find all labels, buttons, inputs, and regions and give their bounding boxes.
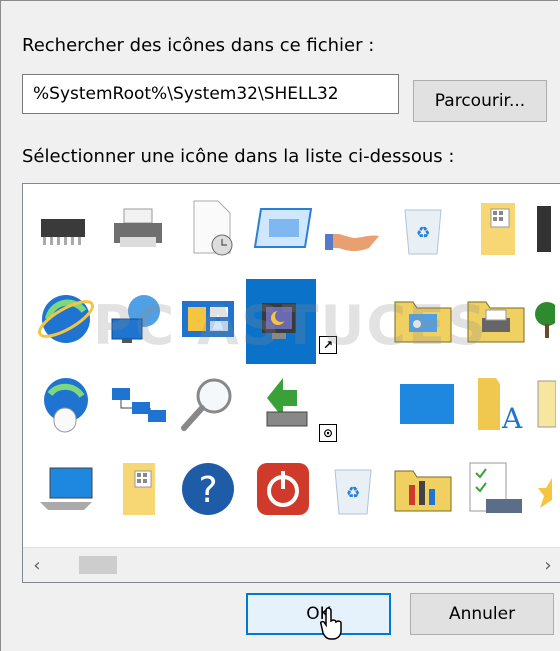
folder-printer-icon[interactable] bbox=[461, 284, 531, 354]
search-file-label: Rechercher des icônes dans ce fichier : bbox=[22, 35, 375, 56]
hand-cursor-icon bbox=[320, 607, 342, 640]
shortcut-arrow-icon[interactable]: ↗ bbox=[319, 336, 337, 354]
screen-window-icon[interactable] bbox=[248, 194, 318, 264]
folder-partial-icon[interactable] bbox=[528, 369, 558, 439]
star-icon[interactable] bbox=[528, 454, 558, 524]
magnifier-icon[interactable] bbox=[173, 369, 243, 439]
svg-text:♻: ♻ bbox=[416, 223, 430, 242]
recycle-bin-icon[interactable]: ♻ bbox=[318, 454, 388, 524]
scroll-left-icon[interactable]: ‹ bbox=[23, 548, 51, 582]
svg-text:A: A bbox=[501, 402, 523, 434]
folder-grid-icon[interactable] bbox=[103, 454, 173, 524]
printer-icon[interactable] bbox=[103, 194, 173, 264]
cancel-button[interactable]: Annuler bbox=[410, 593, 554, 635]
hand-share-icon[interactable] bbox=[318, 204, 388, 274]
browse-button[interactable]: Parcourir... bbox=[413, 80, 547, 122]
folder-tools-icon[interactable] bbox=[388, 454, 458, 524]
document-clock-icon[interactable] bbox=[178, 194, 248, 264]
scroll-right-icon[interactable]: › bbox=[534, 548, 560, 582]
blue-desktop-icon[interactable] bbox=[391, 369, 461, 439]
ok-button[interactable]: OK bbox=[246, 593, 391, 635]
network-globe-icon[interactable] bbox=[103, 284, 173, 354]
ie-globe-icon[interactable] bbox=[31, 284, 101, 354]
select-icon-label: Sélectionner une icône dans la liste ci-… bbox=[22, 146, 455, 167]
folder-network-icon[interactable] bbox=[388, 284, 458, 354]
folder-grid-icon[interactable] bbox=[463, 194, 533, 264]
network-lan-icon[interactable] bbox=[103, 369, 173, 439]
shutdown-icon[interactable] bbox=[248, 454, 318, 524]
scroll-thumb[interactable] bbox=[79, 556, 117, 574]
tree-icon[interactable] bbox=[528, 284, 558, 354]
folder-font-icon[interactable]: A bbox=[461, 369, 531, 439]
recycle-bin-empty-icon[interactable]: ♻ bbox=[388, 194, 458, 264]
globe-mouse-icon[interactable] bbox=[31, 369, 101, 439]
horizontal-scrollbar[interactable]: ‹ › bbox=[23, 547, 560, 582]
monitor-moon-icon[interactable] bbox=[246, 279, 316, 364]
svg-text:?: ? bbox=[198, 470, 217, 511]
help-icon[interactable]: ? bbox=[173, 454, 243, 524]
checklist-icon[interactable] bbox=[461, 454, 531, 524]
device-icon[interactable] bbox=[528, 194, 558, 264]
green-arrow-drive-icon[interactable] bbox=[248, 369, 318, 439]
chip-icon[interactable] bbox=[28, 194, 98, 264]
icon-list[interactable]: ♻ ↗ ⊙ A ? ♻ PC ASTUCES ‹ › bbox=[22, 183, 560, 583]
svg-text:♻: ♻ bbox=[346, 483, 360, 502]
file-path-input[interactable] bbox=[22, 74, 399, 114]
control-panel-icon[interactable] bbox=[173, 284, 243, 354]
computer-icon[interactable] bbox=[31, 454, 101, 524]
clock-badge-icon[interactable]: ⊙ bbox=[319, 424, 337, 442]
